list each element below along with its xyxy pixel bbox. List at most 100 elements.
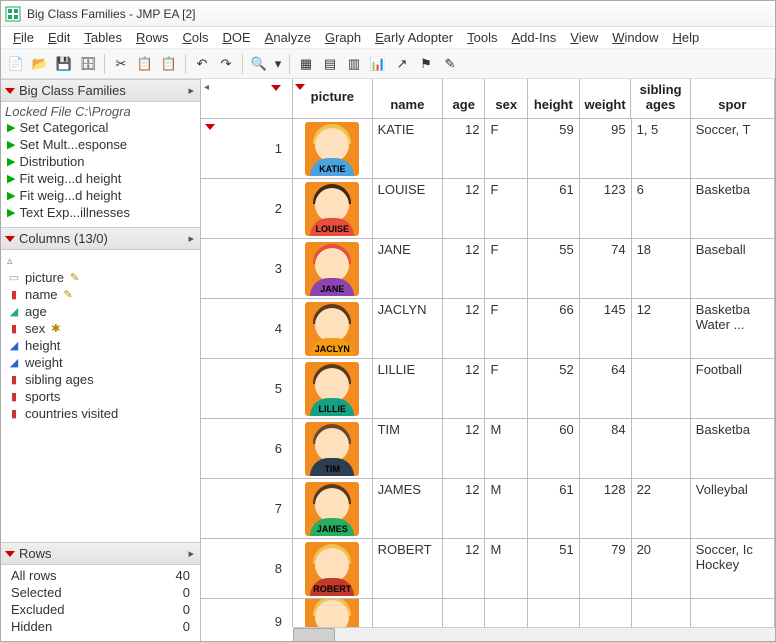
column-search-icon[interactable]: ▵ [5, 252, 196, 269]
column-type-icon: ▮ [7, 288, 21, 301]
red-triangle-icon[interactable] [5, 236, 15, 242]
row-number[interactable]: 2 [201, 179, 292, 239]
cell-age: 12 [443, 239, 486, 298]
row-number[interactable]: 3 [201, 239, 292, 299]
column-item-age[interactable]: ◢age [5, 303, 196, 320]
columns-count: Columns (13/0) [19, 231, 108, 246]
menu-rows[interactable]: Rows [130, 28, 175, 47]
avatar: JACLYN [305, 302, 359, 356]
corner-red-triangle-icon[interactable] [271, 85, 281, 91]
rowstat-excluded[interactable]: Excluded0 [5, 601, 196, 618]
menu-window[interactable]: Window [606, 28, 664, 47]
col-header-spor[interactable]: spor [691, 79, 775, 118]
col-header-sibling-ages[interactable]: sibling ages [631, 79, 690, 118]
cols-icon[interactable]: ▥ [343, 53, 365, 75]
col-header-age[interactable]: age [443, 79, 485, 118]
column-item-picture[interactable]: ▭picture✎ [5, 269, 196, 286]
column-item-sex[interactable]: ▮sex✱ [5, 320, 196, 337]
table-row[interactable] [293, 599, 775, 627]
script-item[interactable]: ▶Set Categorical [5, 119, 196, 136]
column-label: sex [25, 321, 45, 336]
save-icon[interactable]: 💾 [53, 53, 75, 75]
row-number[interactable]: 6 [201, 419, 292, 479]
menu-early-adopter[interactable]: Early Adopter [369, 28, 459, 47]
redo-icon[interactable]: ↷ [215, 53, 237, 75]
row-number[interactable]: 8 [201, 539, 292, 599]
open-icon[interactable]: 📂 [29, 53, 51, 75]
table-row[interactable]: ROBERTROBERT12M517920Soccer, Ic Hockey [293, 539, 775, 599]
table-row[interactable]: LOUISELOUISE12F611236Basketba [293, 179, 775, 239]
script-item[interactable]: ▶Set Mult...esponse [5, 136, 196, 153]
cell-name: LILLIE [373, 359, 443, 418]
script-item[interactable]: ▶Distribution [5, 153, 196, 170]
script-icon[interactable]: ✎ [439, 53, 461, 75]
script-label: Set Categorical [19, 120, 108, 135]
menu-file[interactable]: File [7, 28, 40, 47]
script-item[interactable]: ▶Fit weig...d height [5, 170, 196, 187]
cell-picture: LOUISE [293, 179, 373, 238]
rowstat-hidden[interactable]: Hidden0 [5, 618, 196, 635]
column-item-sports[interactable]: ▮sports [5, 388, 196, 405]
cell-w: 123 [580, 179, 632, 238]
rowstat-all-rows[interactable]: All rows40 [5, 567, 196, 584]
menu-tools[interactable]: Tools [461, 28, 503, 47]
menu-help[interactable]: Help [667, 28, 706, 47]
grid-body[interactable]: KATIEKATIE12F59951, 5Soccer, TLOUISELOUI… [293, 119, 775, 627]
script-label: Text Exp...illnesses [19, 205, 130, 220]
red-triangle-icon[interactable] [5, 88, 15, 94]
table-row[interactable]: TIMTIM12M6084Basketba [293, 419, 775, 479]
table-icon[interactable]: ▦ [295, 53, 317, 75]
undo-icon[interactable]: ↶ [191, 53, 213, 75]
horizontal-scrollbar[interactable] [293, 627, 775, 641]
copy-icon[interactable]: 📋 [134, 53, 156, 75]
row-number[interactable]: 9 [201, 599, 292, 641]
col-header-name[interactable]: name [373, 79, 443, 118]
header-red-triangle-icon[interactable] [295, 84, 305, 90]
col-header-sex[interactable]: sex [485, 79, 527, 118]
table-row[interactable]: JACLYNJACLYN12F6614512Basketba Water ... [293, 299, 775, 359]
row-number[interactable]: 7 [201, 479, 292, 539]
col-header-weight[interactable]: weight [580, 79, 632, 118]
menu-add-ins[interactable]: Add-Ins [505, 28, 562, 47]
menu-edit[interactable]: Edit [42, 28, 76, 47]
script-item[interactable]: ▶Text Exp...illnesses [5, 204, 196, 221]
menu-graph[interactable]: Graph [319, 28, 367, 47]
menubar: FileEditTablesRowsColsDOEAnalyzeGraphEar… [1, 27, 775, 49]
search-icon[interactable]: 🔍 [248, 53, 270, 75]
column-item-sibling-ages[interactable]: ▮sibling ages [5, 371, 196, 388]
table-row[interactable]: KATIEKATIE12F59951, 5Soccer, T [293, 119, 775, 179]
column-item-name[interactable]: ▮name✎ [5, 286, 196, 303]
red-triangle-icon[interactable] [5, 551, 15, 557]
column-item-weight[interactable]: ◢weight [5, 354, 196, 371]
cell-name: LOUISE [373, 179, 443, 238]
table-row[interactable]: JAMESJAMES12M6112822Volleybal [293, 479, 775, 539]
flag-icon[interactable]: ⚑ [415, 53, 437, 75]
saveas-icon[interactable]: 🗄 [77, 53, 99, 75]
col-header-height[interactable]: height [528, 79, 580, 118]
new-icon[interactable]: 📄 [5, 53, 27, 75]
menu-analyze[interactable]: Analyze [259, 28, 317, 47]
columns-panel-header[interactable]: Columns (13/0) [1, 227, 200, 250]
script-item[interactable]: ▶Fit weig...d height [5, 187, 196, 204]
cut-icon[interactable]: ✂ [110, 53, 132, 75]
table-row[interactable]: LILLIELILLIE12F5264Football [293, 359, 775, 419]
menu-cols[interactable]: Cols [176, 28, 214, 47]
fit-icon[interactable]: ↗ [391, 53, 413, 75]
row-number[interactable]: 4 [201, 299, 292, 359]
rowstat-selected[interactable]: Selected0 [5, 584, 196, 601]
table-panel-header[interactable]: Big Class Families [1, 79, 200, 102]
column-item-height[interactable]: ◢height [5, 337, 196, 354]
menu-view[interactable]: View [564, 28, 604, 47]
rownum-red-triangle-icon[interactable] [205, 124, 215, 130]
menu-tables[interactable]: Tables [78, 28, 128, 47]
chart-icon[interactable]: 📊 [367, 53, 389, 75]
menu-doe[interactable]: DOE [216, 28, 256, 47]
column-item-countries-visited[interactable]: ▮countries visited [5, 405, 196, 422]
table-row[interactable]: JANEJANE12F557418Baseball [293, 239, 775, 299]
paste-icon[interactable]: 📋 [158, 53, 180, 75]
grid-icon[interactable]: ▤ [319, 53, 341, 75]
corner-triangle-icon[interactable]: ◂ [204, 82, 209, 93]
dropdown-icon[interactable]: ▾ [272, 53, 284, 75]
row-number[interactable]: 5 [201, 359, 292, 419]
rows-panel-header[interactable]: Rows [1, 542, 200, 565]
